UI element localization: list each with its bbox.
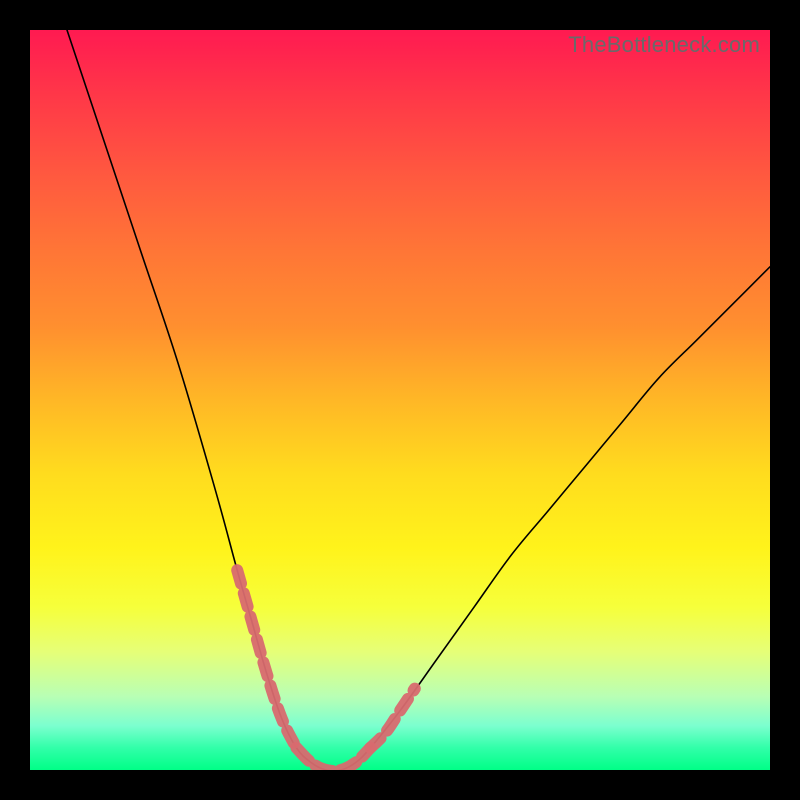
highlight-segment-0 bbox=[237, 570, 296, 748]
highlight-segment-2 bbox=[370, 689, 414, 748]
highlight-overlay bbox=[237, 570, 415, 770]
chart-svg bbox=[30, 30, 770, 770]
bottleneck-curve bbox=[67, 30, 770, 770]
highlight-segment-1 bbox=[296, 748, 370, 770]
plot-area: TheBottleneck.com bbox=[30, 30, 770, 770]
chart-frame: TheBottleneck.com bbox=[0, 0, 800, 800]
